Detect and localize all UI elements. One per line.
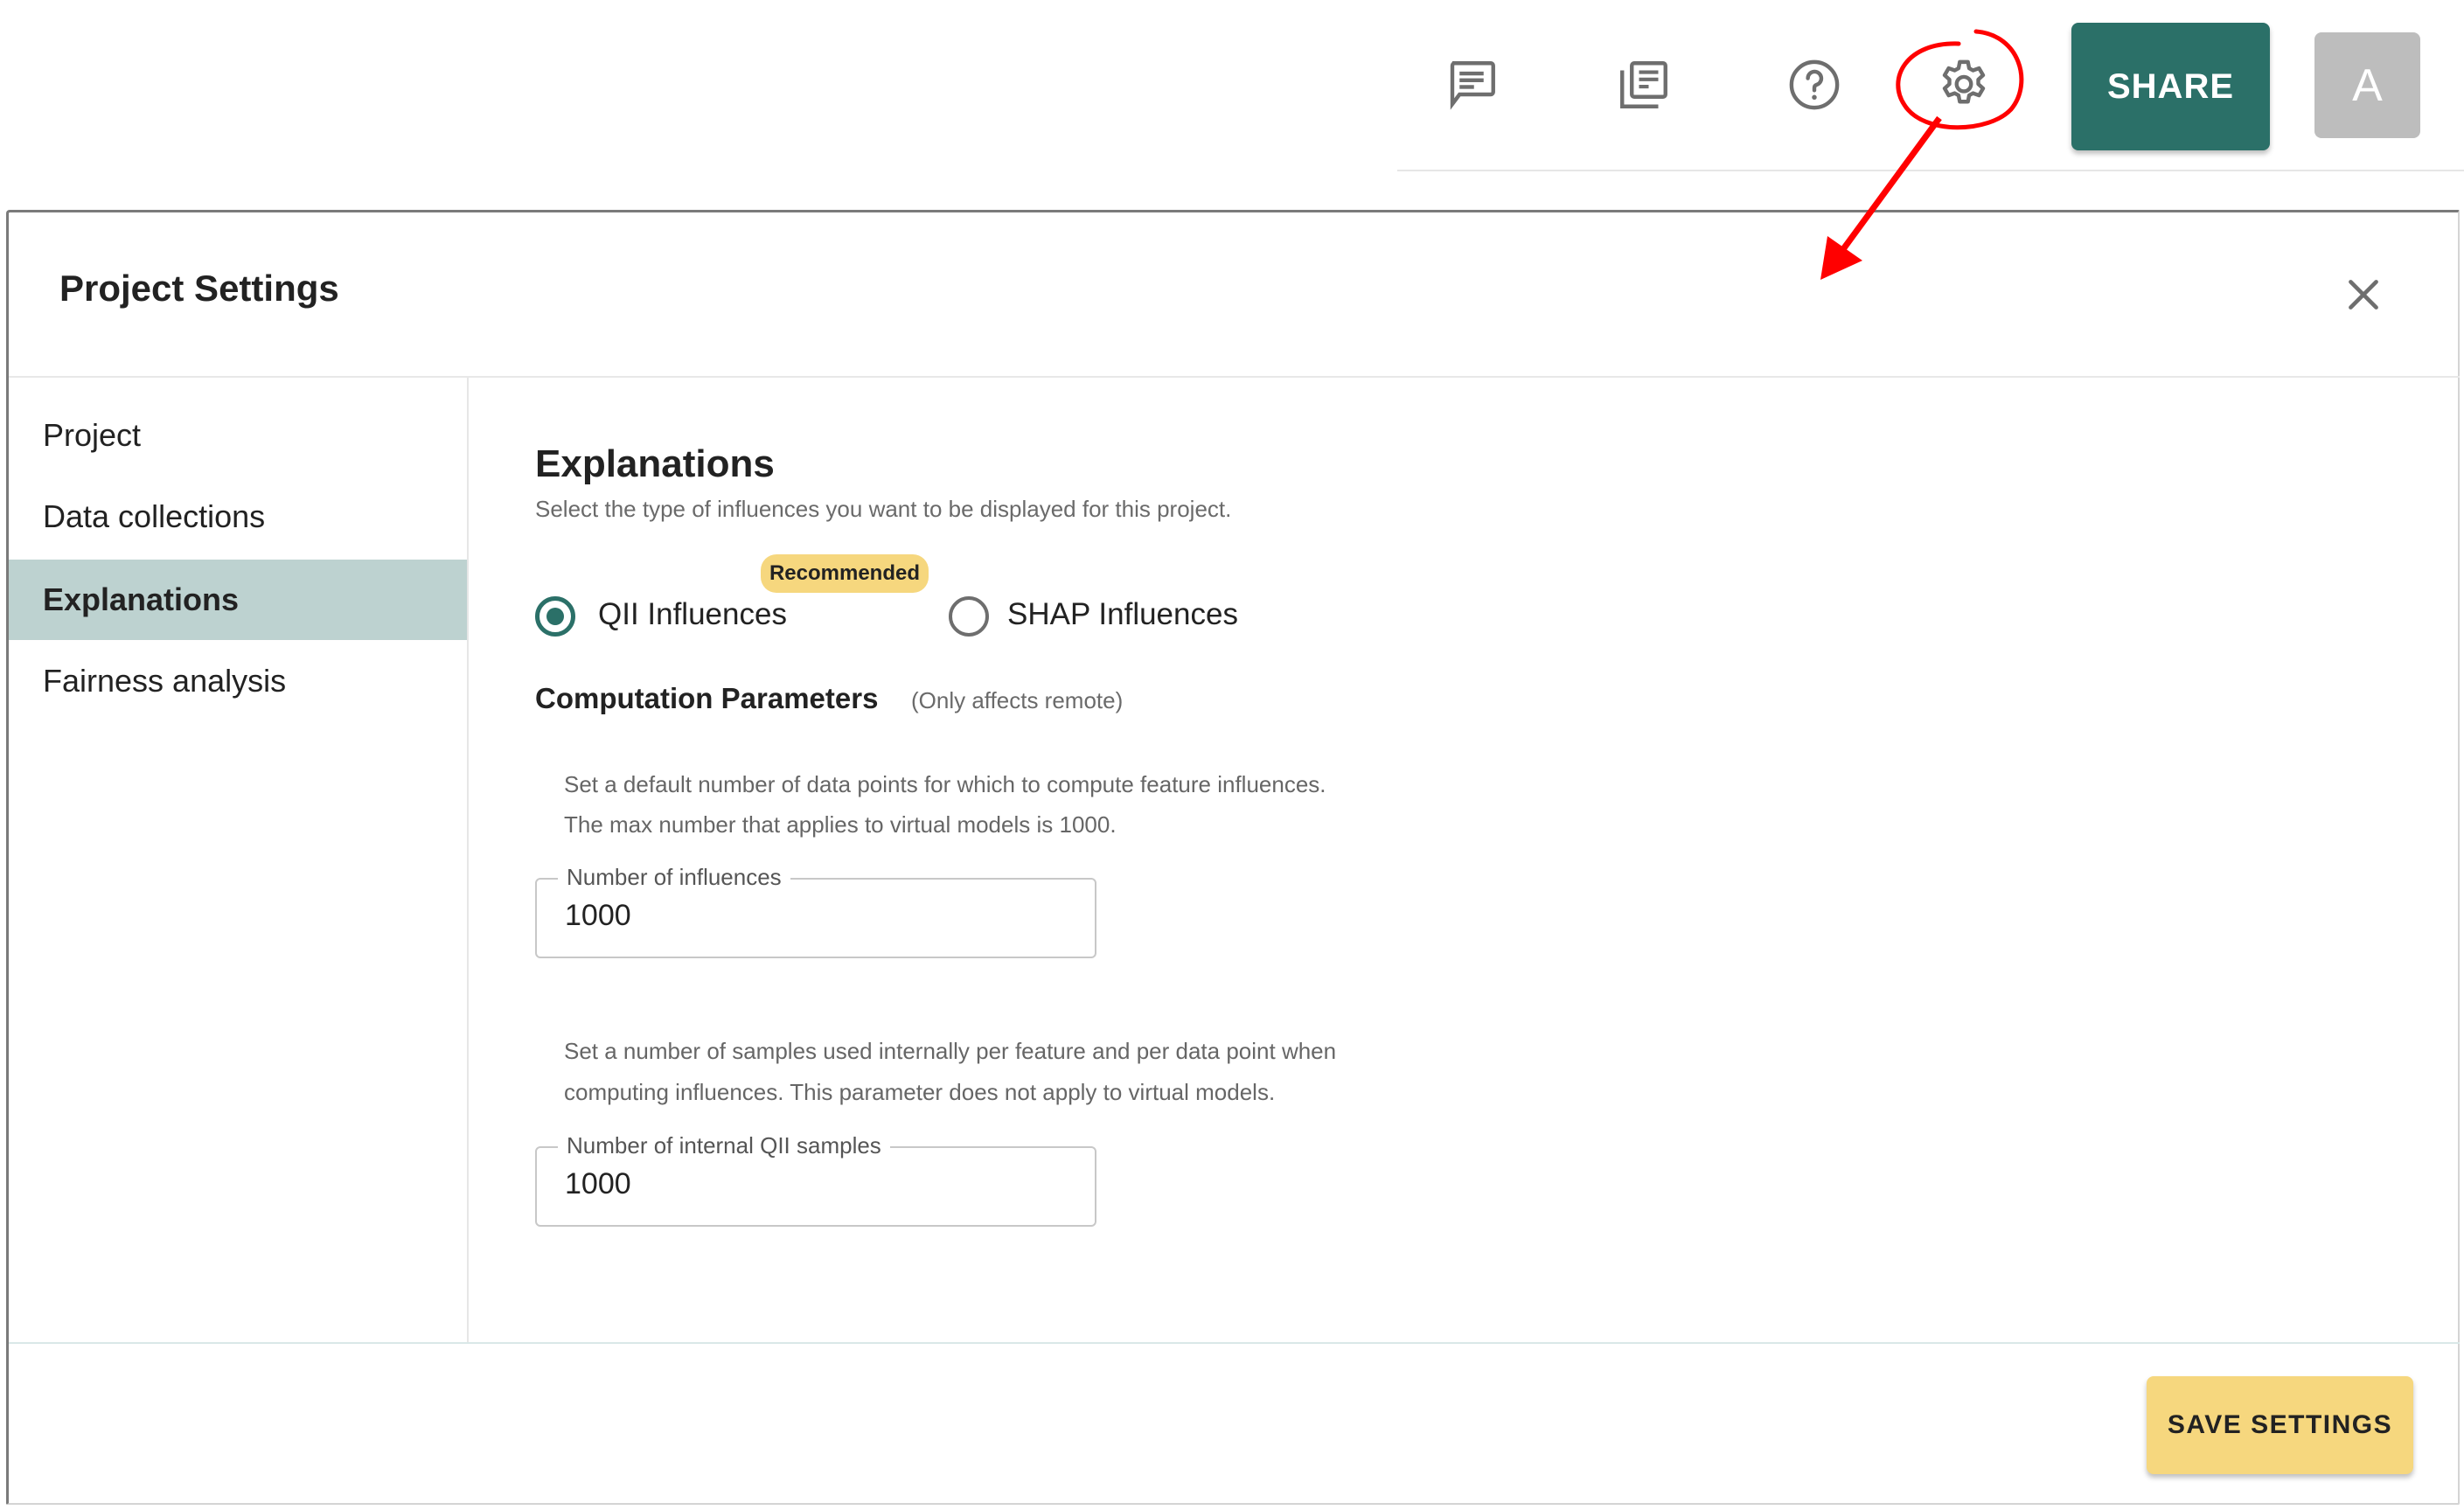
qii-influences-radio[interactable] — [535, 596, 575, 637]
documentation-button[interactable] — [1609, 50, 1679, 120]
settings-gear-icon — [1942, 59, 1986, 104]
number-of-qii-samples-field[interactable]: Number of internal QII samples 1000 — [535, 1132, 1096, 1227]
header-divider — [9, 376, 2460, 378]
influences-help-line-1: Set a default number of data points for … — [564, 771, 1326, 797]
qii-influences-label[interactable]: QII Influences — [598, 597, 787, 632]
help-button[interactable] — [1779, 50, 1849, 120]
computation-parameters-note: (Only affects remote) — [911, 687, 1124, 713]
shap-influences-label[interactable]: SHAP Influences — [1007, 597, 1238, 632]
samples-help-line-1: Set a number of samples used internally … — [564, 1038, 1337, 1064]
sidebar-divider — [467, 378, 469, 1343]
field-label: Number of influences — [558, 864, 790, 891]
close-icon — [2349, 280, 2378, 310]
user-avatar[interactable]: A — [2314, 32, 2420, 138]
sidebar-item-project[interactable]: Project — [9, 395, 467, 476]
field-value[interactable]: 1000 — [565, 1167, 631, 1201]
section-subtitle: Select the type of influences you want t… — [535, 496, 1232, 522]
close-button[interactable] — [2342, 273, 2385, 317]
computation-parameters-title: Computation Parameters — [535, 682, 879, 714]
field-value[interactable]: 1000 — [565, 899, 631, 933]
sidebar-item-explanations[interactable]: Explanations — [9, 560, 467, 640]
sidebar-item-label: Project — [43, 417, 142, 453]
influences-help-line-2: The max number that applies to virtual m… — [564, 811, 1117, 838]
help-icon — [1789, 59, 1840, 110]
settings-button[interactable] — [1929, 50, 1999, 120]
documentation-icon — [1620, 61, 1667, 108]
topbar-divider — [1397, 170, 2464, 171]
share-button[interactable]: SHARE — [2071, 23, 2270, 150]
sidebar-item-data-collections[interactable]: Data collections — [9, 477, 467, 557]
save-settings-button[interactable]: SAVE SETTINGS — [2147, 1376, 2413, 1474]
section-title: Explanations — [535, 442, 775, 485]
sidebar-item-label: Explanations — [43, 581, 240, 617]
field-label: Number of internal QII samples — [558, 1132, 890, 1159]
samples-help-line-2: computing influences. This parameter doe… — [564, 1079, 1276, 1105]
shap-influences-radio[interactable] — [949, 596, 989, 637]
comments-button[interactable] — [1437, 50, 1507, 120]
dialog-title: Project Settings — [59, 268, 339, 309]
sidebar-item-fairness-analysis[interactable]: Fairness analysis — [9, 641, 467, 721]
sidebar-item-label: Data collections — [43, 498, 266, 534]
sidebar-item-label: Fairness analysis — [43, 663, 287, 699]
footer-divider — [9, 1342, 2460, 1344]
recommended-badge: Recommended — [761, 554, 929, 593]
comments-icon — [1450, 61, 1495, 110]
number-of-influences-field[interactable]: Number of influences 1000 — [535, 864, 1096, 958]
